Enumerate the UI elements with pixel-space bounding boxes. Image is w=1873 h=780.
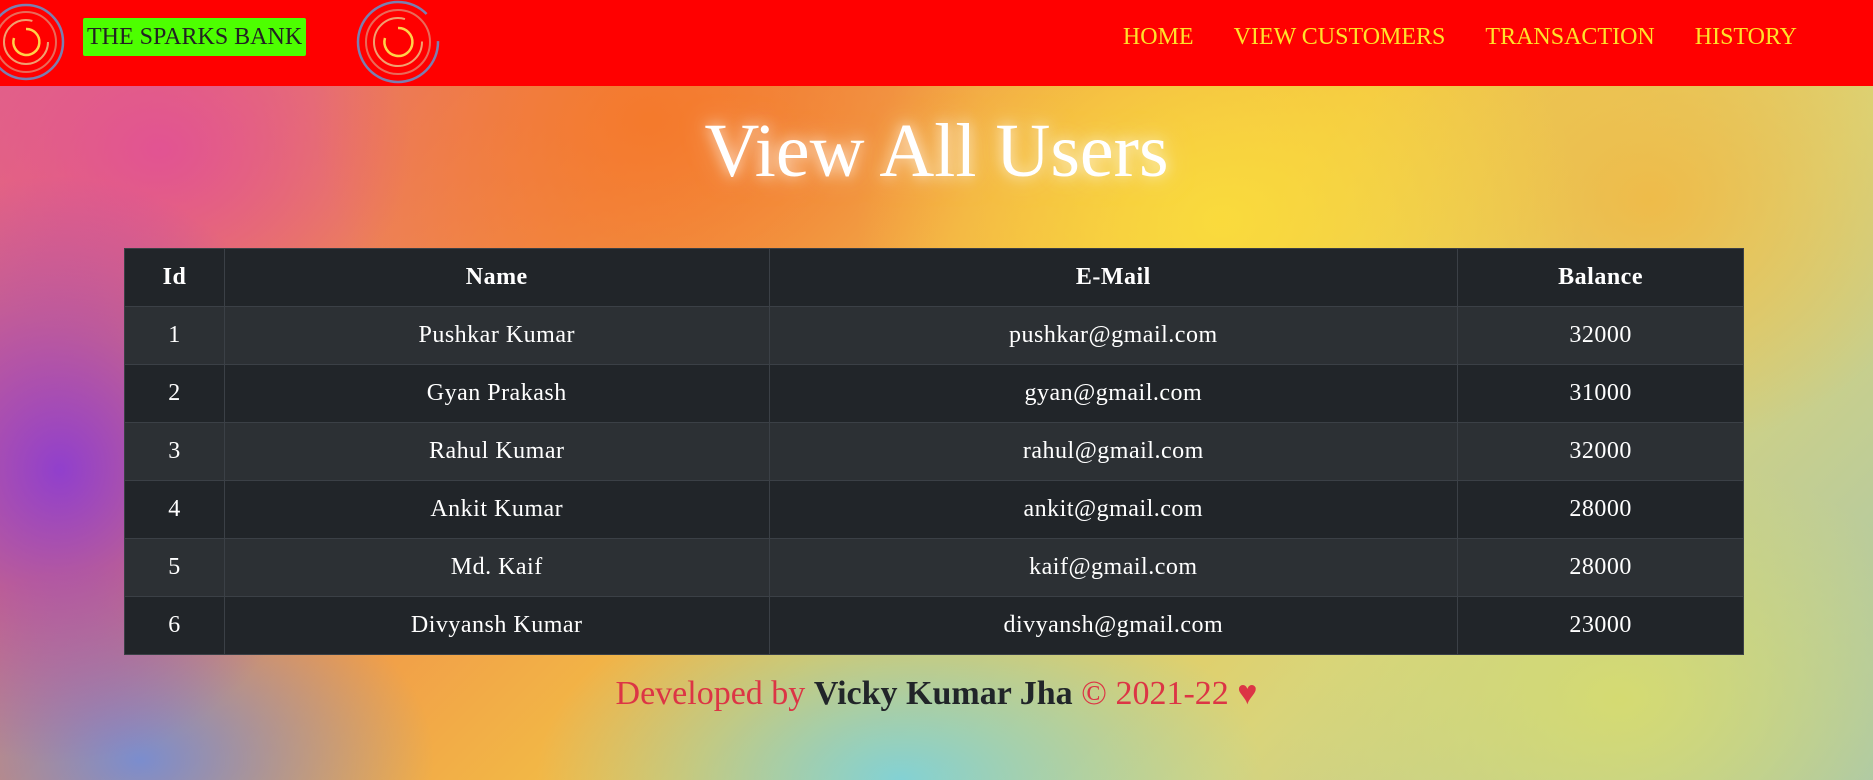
cell-name: Ankit Kumar	[223, 480, 770, 539]
logo-left-icon[interactable]	[0, 0, 68, 86]
cell-balance: 31000	[1457, 364, 1744, 423]
table-header-row: Id Name E-Mail Balance	[124, 248, 1744, 307]
cell-balance: 23000	[1457, 596, 1744, 655]
nav-home[interactable]: HOME	[1123, 24, 1194, 51]
logo-right-icon[interactable]	[354, 0, 444, 86]
cell-name: Md. Kaif	[223, 538, 770, 597]
cell-name: Divyansh Kumar	[223, 596, 770, 655]
table-row: 6 Divyansh Kumar divyansh@gmail.com 2300…	[124, 596, 1744, 655]
cell-id: 4	[124, 480, 225, 539]
nav-history[interactable]: HISTORY	[1695, 24, 1797, 51]
page-title: View All Users	[704, 109, 1169, 193]
cell-email: ankit@gmail.com	[768, 480, 1459, 539]
cell-balance: 28000	[1457, 480, 1744, 539]
table-row: 1 Pushkar Kumar pushkar@gmail.com 32000	[124, 306, 1744, 365]
footer-prefix: Developed by	[615, 675, 806, 712]
column-header-email: E-Mail	[768, 248, 1459, 307]
navbar: THE SPARKS BANK HOME VIEW CUSTOMERS TRAN…	[0, 0, 1873, 86]
users-table: Id Name E-Mail Balance 1 Pushkar Kumar p…	[124, 248, 1744, 655]
cell-email: kaif@gmail.com	[768, 538, 1459, 597]
table-row: 3 Rahul Kumar rahul@gmail.com 32000	[124, 422, 1744, 481]
cell-id: 6	[124, 596, 225, 655]
table-row: 4 Ankit Kumar ankit@gmail.com 28000	[124, 480, 1744, 539]
cell-name: Gyan Prakash	[223, 364, 770, 423]
cell-name: Rahul Kumar	[223, 422, 770, 481]
cell-email: gyan@gmail.com	[768, 364, 1459, 423]
footer-author: Vicky Kumar Jha	[813, 675, 1073, 712]
nav-transaction[interactable]: TRANSACTION	[1485, 24, 1654, 51]
footer-copyright: © 2021-22 ♥	[1081, 675, 1258, 712]
cell-balance: 32000	[1457, 422, 1744, 481]
cell-balance: 32000	[1457, 306, 1744, 365]
table-row: 5 Md. Kaif kaif@gmail.com 28000	[124, 538, 1744, 597]
footer: Developed by Vicky Kumar Jha © 2021-22 ♥	[0, 675, 1873, 713]
column-header-balance: Balance	[1457, 248, 1744, 307]
cell-id: 2	[124, 364, 225, 423]
nav-links: HOME VIEW CUSTOMERS TRANSACTION HISTORY	[1123, 24, 1797, 51]
cell-id: 5	[124, 538, 225, 597]
cell-name: Pushkar Kumar	[223, 306, 770, 365]
cell-email: rahul@gmail.com	[768, 422, 1459, 481]
column-header-name: Name	[223, 248, 770, 307]
nav-view-customers[interactable]: VIEW CUSTOMERS	[1234, 24, 1446, 51]
cell-id: 1	[124, 306, 225, 365]
cell-email: pushkar@gmail.com	[768, 306, 1459, 365]
table-row: 2 Gyan Prakash gyan@gmail.com 31000	[124, 364, 1744, 423]
cell-balance: 28000	[1457, 538, 1744, 597]
brand-logo[interactable]: THE SPARKS BANK	[83, 18, 307, 56]
cell-id: 3	[124, 422, 225, 481]
cell-email: divyansh@gmail.com	[768, 596, 1459, 655]
column-header-id: Id	[124, 248, 225, 307]
